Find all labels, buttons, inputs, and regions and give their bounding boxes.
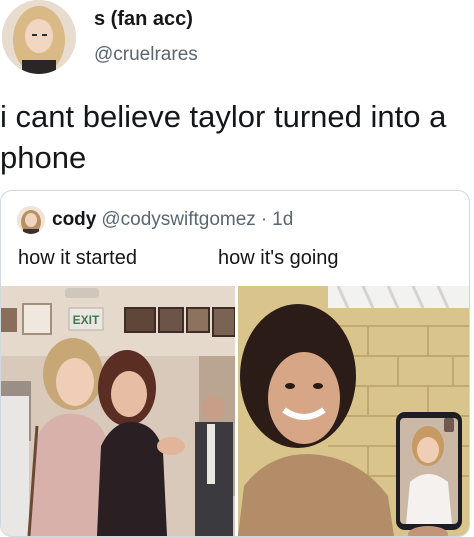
exit-sign-text: EXIT xyxy=(73,313,100,327)
photo-video-call-icon xyxy=(238,286,469,536)
quote-separator: · xyxy=(260,209,268,230)
caption-how-it-started: how it started xyxy=(18,247,137,269)
photo-how-it-started[interactable]: EXIT xyxy=(1,286,235,536)
user-handle[interactable]: @cruelrares xyxy=(94,44,198,66)
display-name[interactable]: s (fan acc) xyxy=(94,8,193,31)
quote-timestamp[interactable]: 1d xyxy=(272,209,293,231)
photo-two-people-icon: EXIT xyxy=(1,286,235,536)
quote-avatar[interactable] xyxy=(17,206,45,234)
avatar[interactable] xyxy=(2,0,76,74)
avatar-photo-icon xyxy=(2,0,76,74)
tweet-text: i cant believe taylor turned into a phon… xyxy=(0,99,447,175)
quote-avatar-photo-icon xyxy=(17,206,45,234)
caption-how-its-going: how it's going xyxy=(218,247,339,269)
quote-handle[interactable]: @codyswiftgomez xyxy=(101,209,255,231)
quoted-tweet-header: cody @codyswiftgomez · 1d xyxy=(17,205,293,235)
quote-display-name[interactable]: cody xyxy=(52,209,96,231)
photo-how-its-going[interactable] xyxy=(238,286,469,536)
quoted-tweet-card[interactable]: cody @codyswiftgomez · 1d how it started… xyxy=(0,190,470,537)
